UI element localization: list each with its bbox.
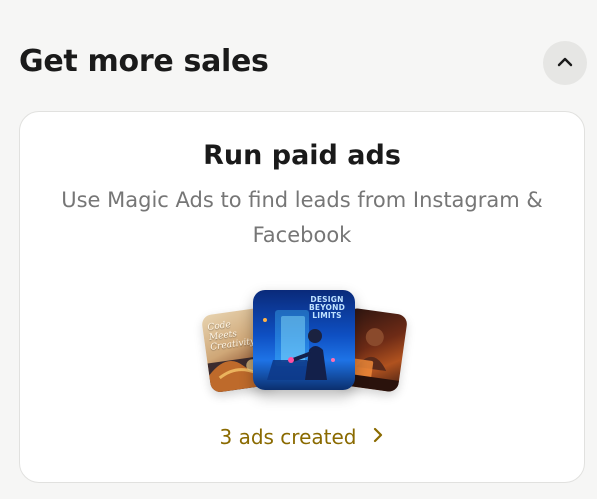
chevron-up-icon bbox=[555, 52, 575, 75]
card-description: Use Magic Ads to find leads from Instagr… bbox=[61, 188, 543, 247]
collapse-button[interactable] bbox=[543, 41, 587, 85]
chevron-right-icon bbox=[371, 427, 385, 447]
card-title: Run paid ads bbox=[203, 140, 401, 171]
ad-thumbnail-design-beyond-limits[interactable]: DESIGN BEYOND LIMITS bbox=[253, 290, 355, 390]
thumbnail-left-text: Code Meets Creativity bbox=[206, 319, 256, 353]
ads-created-label: 3 ads created bbox=[219, 425, 357, 449]
thumbnail-center-title: DESIGN BEYOND LIMITS bbox=[308, 295, 346, 320]
section-title: Get more sales bbox=[19, 44, 269, 79]
run-paid-ads-card[interactable]: Run paid ads Use Magic Ads to find leads… bbox=[19, 111, 585, 483]
section-header: Get more sales bbox=[0, 0, 597, 110]
ads-created-link[interactable]: 3 ads created bbox=[20, 420, 584, 454]
